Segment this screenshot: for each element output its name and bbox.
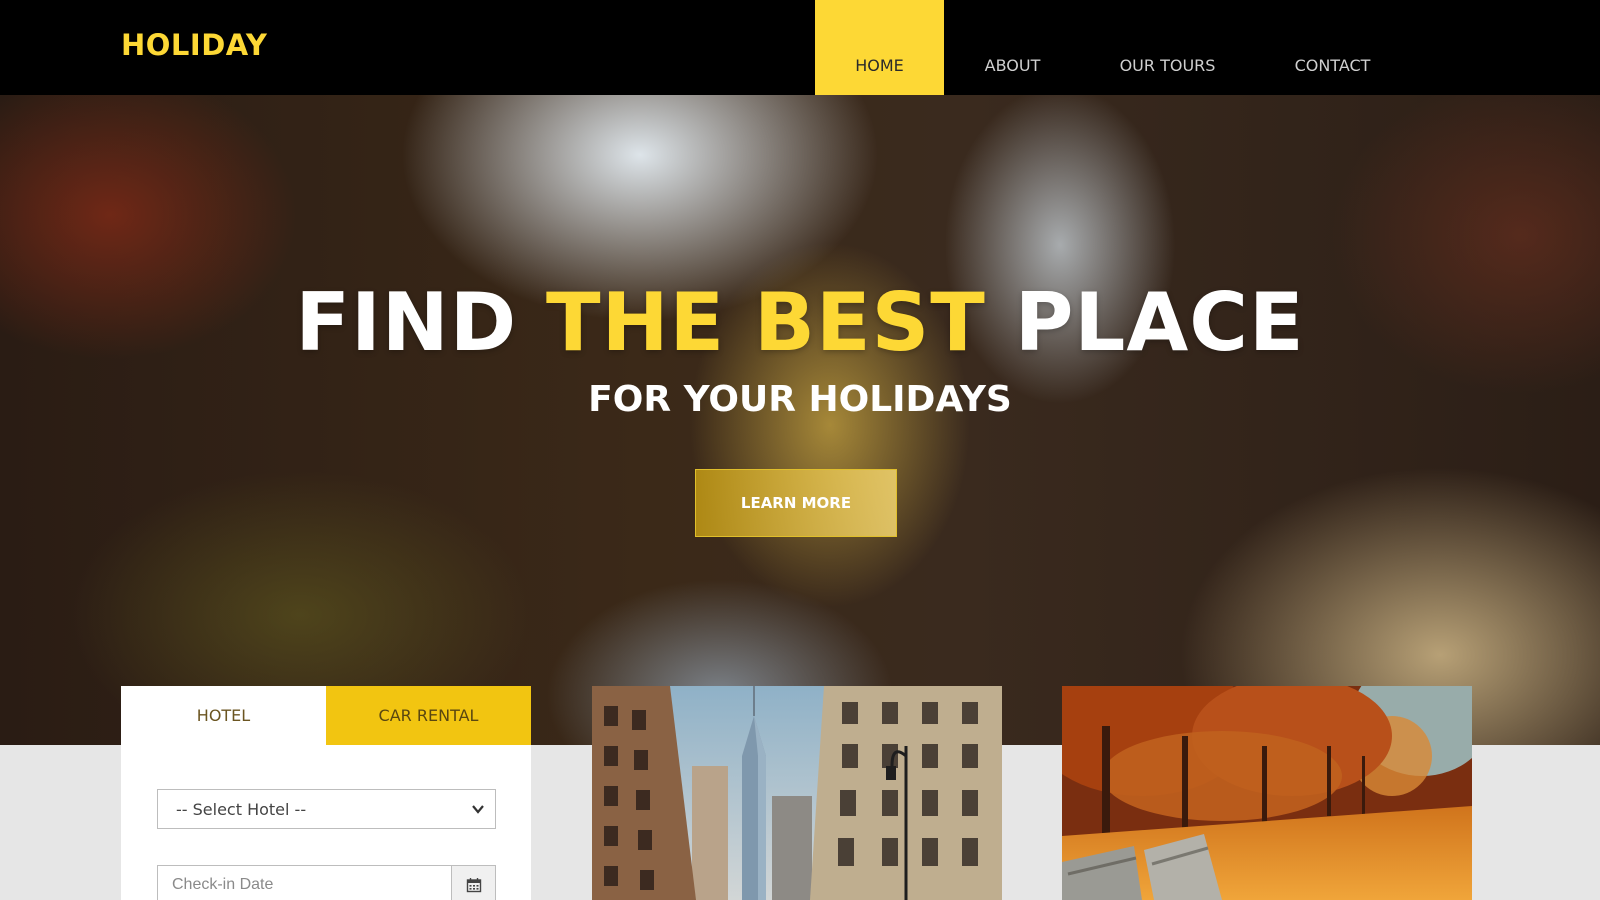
- chevron-down-icon: [472, 805, 484, 814]
- hero-title: FIND THE BEST PLACE: [0, 283, 1600, 363]
- hotel-select[interactable]: -- Select Hotel --: [157, 789, 496, 829]
- nav-item-our-tours-label: OUR TOURS: [1119, 56, 1216, 75]
- city-photo: [592, 686, 1002, 900]
- nav-item-home-label: HOME: [855, 56, 904, 75]
- hero-title-accent: THE BEST: [546, 276, 986, 369]
- hero-title-part2: PLACE: [985, 276, 1305, 369]
- nav-item-about-label: ABOUT: [984, 56, 1041, 75]
- top-navigation-bar: HOLIDAY HOME ABOUT OUR TOURS CONTACT: [0, 0, 1600, 95]
- tab-car-rental[interactable]: CAR RENTAL: [326, 686, 531, 745]
- booking-widget: HOTEL CAR RENTAL -- Select Hotel --: [121, 686, 531, 900]
- calendar-icon: [466, 878, 481, 893]
- nav-item-home[interactable]: HOME: [815, 0, 944, 95]
- calendar-button[interactable]: [451, 865, 496, 900]
- tab-hotel-label: HOTEL: [196, 706, 251, 725]
- nav-item-contact-label: CONTACT: [1294, 56, 1371, 75]
- hero-banner: FIND THE BEST PLACE FOR YOUR HOLIDAYS LE…: [0, 95, 1600, 745]
- city-photo-card[interactable]: [592, 686, 1002, 900]
- hotel-select-value: -- Select Hotel --: [176, 799, 307, 819]
- autumn-park-photo-card[interactable]: [1062, 686, 1472, 900]
- hero-subtitle: FOR YOUR HOLIDAYS: [588, 379, 1012, 420]
- tab-hotel[interactable]: HOTEL: [121, 686, 326, 745]
- nav-item-about[interactable]: ABOUT: [965, 0, 1060, 95]
- checkin-date-input[interactable]: [157, 865, 451, 900]
- learn-more-button[interactable]: LEARN MORE: [695, 469, 897, 537]
- autumn-park-photo: [1062, 686, 1472, 900]
- brand-logo[interactable]: HOLIDAY: [121, 28, 267, 62]
- nav-item-our-tours[interactable]: OUR TOURS: [1100, 0, 1235, 95]
- hero-title-part1: FIND: [295, 276, 547, 369]
- nav-item-contact[interactable]: CONTACT: [1275, 0, 1390, 95]
- tab-car-rental-label: CAR RENTAL: [378, 706, 479, 725]
